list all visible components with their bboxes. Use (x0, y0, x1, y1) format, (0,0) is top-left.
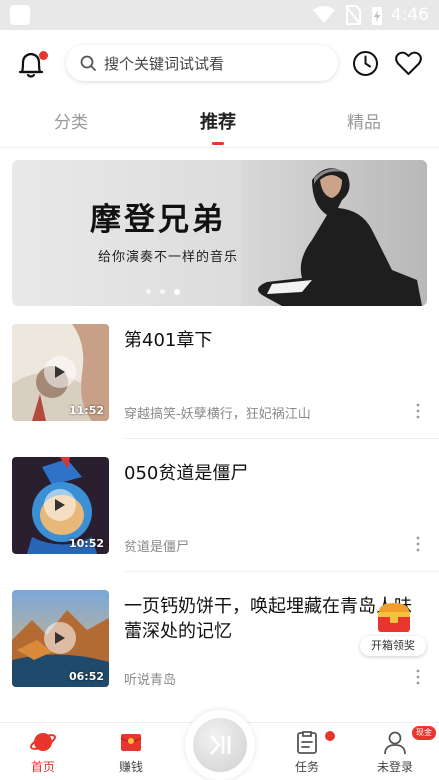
history-clock-icon[interactable] (352, 50, 379, 77)
search-placeholder: 搜个关键词试试看 (104, 54, 225, 73)
heart-icon[interactable] (395, 51, 422, 76)
banner-subtitle: 给你演奏不一样的音乐 (98, 250, 239, 265)
item-duration: 11:52 (68, 404, 104, 417)
item-duration: 10:52 (68, 537, 104, 550)
status-bar: 4:46 (0, 0, 439, 30)
nav-earn-label: 赚钱 (118, 760, 143, 774)
item-thumbnail[interactable]: 10:52 (12, 457, 109, 554)
play-button[interactable] (44, 622, 76, 654)
open-chest-reward-button[interactable]: 开箱领奖 (360, 598, 426, 660)
item-thumbnail[interactable]: 06:52 (12, 590, 109, 687)
tab-premium[interactable]: 精品 (347, 108, 381, 133)
play-pause-icon (210, 735, 231, 755)
notification-dot (39, 51, 48, 60)
banner-artist-image (242, 160, 427, 306)
item-subtitle: 听说青岛 (124, 673, 177, 688)
nav-tasks-label: 任务 (294, 760, 319, 774)
category-tabs: 分类 推荐 精品 (0, 98, 439, 148)
status-icons (313, 5, 383, 25)
no-sim-icon (345, 5, 361, 25)
promo-banner[interactable]: 摩登兄弟 给你演奏不一样的音乐 (12, 160, 427, 306)
planet-home-icon (30, 733, 56, 751)
divider (124, 571, 439, 572)
red-envelope-icon (120, 734, 142, 751)
tab-recommended[interactable]: 推荐 (200, 108, 236, 134)
search-bar[interactable]: 搜个关键词试试看 (66, 45, 338, 81)
search-icon (80, 55, 96, 71)
nav-home-label: 首页 (30, 760, 55, 774)
banner-dot (160, 289, 165, 294)
battery-charging-icon (372, 7, 382, 25)
nav-login-label: 未登录 (376, 760, 413, 774)
item-subtitle: 贫道是僵尸 (124, 540, 190, 555)
app-indicator-icon (10, 5, 30, 25)
list-item[interactable]: 10:52 050贫道是僵尸 贫道是僵尸 (0, 443, 439, 573)
center-player-button[interactable] (185, 710, 255, 780)
nav-earn[interactable]: 赚钱 (96, 729, 166, 775)
user-icon (384, 731, 406, 755)
tasks-notification-dot (325, 731, 335, 741)
top-header: 搜个关键词试试看 (0, 30, 439, 98)
more-options-icon[interactable] (414, 668, 422, 686)
banner-title: 摩登兄弟 (90, 202, 226, 238)
more-options-icon[interactable] (414, 402, 422, 420)
more-options-icon[interactable] (414, 535, 422, 553)
banner-pagination (146, 289, 180, 295)
item-title[interactable]: 050贫道是僵尸 (124, 461, 414, 486)
play-icon (55, 366, 65, 378)
play-icon (55, 632, 65, 644)
cash-badge: 现金 (412, 726, 436, 740)
banner-dot (146, 289, 151, 294)
list-item[interactable]: 11:52 第401章下 穿越搞笑-妖孽横行，狂妃祸江山 (0, 310, 439, 440)
clipboard-tasks-icon (297, 731, 317, 754)
wifi-icon (313, 6, 335, 23)
reward-label: 开箱领奖 (360, 636, 426, 656)
item-title[interactable]: 第401章下 (124, 328, 414, 353)
notification-button[interactable] (16, 48, 48, 80)
tab-category[interactable]: 分类 (54, 108, 88, 133)
player-disc (193, 718, 247, 772)
divider (124, 438, 439, 439)
nav-home[interactable]: 首页 (8, 729, 78, 775)
play-icon (55, 499, 65, 511)
play-button[interactable] (44, 489, 76, 521)
item-subtitle: 穿越搞笑-妖孽横行，狂妃祸江山 (124, 407, 311, 422)
treasure-chest-icon (378, 603, 410, 632)
play-button[interactable] (44, 356, 76, 388)
banner-dot-active (174, 289, 180, 295)
status-time: 4:46 (390, 5, 429, 25)
item-thumbnail[interactable]: 11:52 (12, 324, 109, 421)
active-tab-indicator (212, 142, 224, 145)
item-duration: 06:52 (68, 670, 104, 683)
